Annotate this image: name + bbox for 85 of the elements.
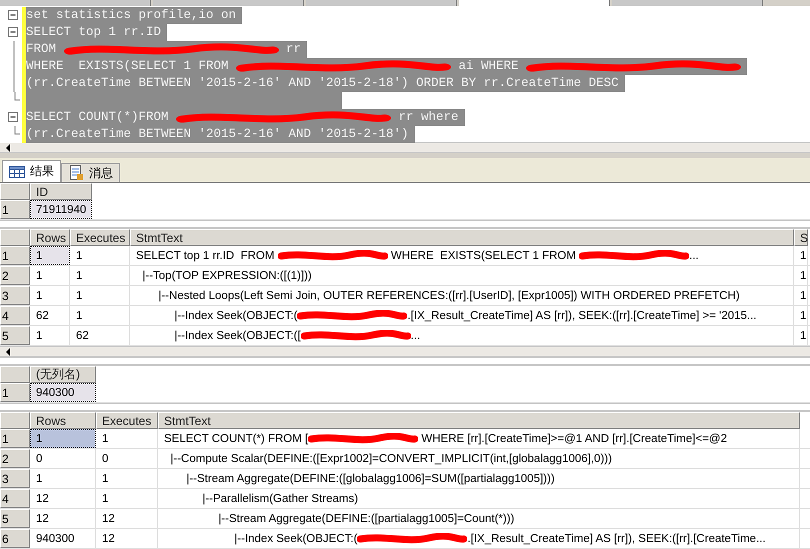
table-cell: 1: [70, 306, 130, 325]
table-cell: 1: [794, 306, 808, 325]
left-arrow-icon[interactable]: [4, 348, 12, 356]
row-number[interactable]: 2: [0, 449, 30, 468]
table-cell: 12: [30, 509, 96, 528]
table-cell: |--Top(TOP EXPRESSION:([(1)])): [130, 266, 794, 285]
row-number[interactable]: 1: [0, 246, 30, 265]
corner-cell: [0, 183, 30, 200]
column-header[interactable]: StmtText: [130, 229, 794, 246]
row-number[interactable]: 5: [0, 326, 30, 345]
table-cell: 1: [70, 286, 130, 305]
column-header[interactable]: ID: [30, 183, 92, 200]
table-cell: |--Stream Aggregate(DEFINE:([globalagg1006]=SUM([partialagg1005]))): [158, 469, 800, 488]
document-tab[interactable]: [306, 0, 457, 6]
row-number[interactable]: 3: [0, 469, 30, 488]
column-header[interactable]: Executes: [70, 229, 130, 246]
table-cell: 71911940: [30, 200, 92, 219]
fold-toggle-icon[interactable]: [8, 112, 19, 123]
column-header[interactable]: (无列名): [30, 366, 96, 383]
table-cell: |--Compute Scalar(DEFINE:([Expr1002]=CONVERT_IMPLICIT(int,[globalagg1006],0))): [158, 449, 800, 468]
table-cell: 1: [96, 429, 158, 448]
grid-icon: [9, 164, 25, 178]
corner-cell: [0, 229, 30, 246]
table-cell: SELECT COUNT(*) FROM [ WHERE [rr].[CreateTime]>=@1 AND [rr].[CreateTime]<=@2: [158, 429, 800, 448]
table-cell: 1: [70, 246, 130, 265]
column-header[interactable]: S: [794, 229, 808, 246]
fold-toggle-icon[interactable]: [8, 27, 19, 38]
table-cell: 0: [30, 449, 96, 468]
row-number[interactable]: 3: [0, 286, 30, 305]
table-cell: |--Parallelism(Gather Streams): [158, 489, 800, 508]
left-arrow-icon[interactable]: [4, 144, 12, 152]
column-header[interactable]: Rows: [30, 229, 70, 246]
table-cell: 940300: [30, 529, 96, 548]
table-cell: 940300: [30, 383, 96, 402]
pane-splitter[interactable]: [0, 220, 810, 229]
corner-cell: [0, 366, 30, 383]
document-tab[interactable]: [612, 0, 763, 6]
table-cell: 1: [96, 469, 158, 488]
table-cell: |--Index Seek(OBJECT:( .[IX_Result_CreateTime] AS [rr]), SEEK:([rr].[CreateTime] >= '2015...: [130, 306, 794, 325]
document-tab[interactable]: [153, 0, 304, 6]
table-cell: |--Stream Aggregate(DEFINE:([partialagg1005]=Count(*))): [158, 509, 800, 528]
table-cell: |--Index Seek(OBJECT:([ ...: [130, 326, 794, 345]
table-cell: 1: [30, 429, 96, 448]
row-number[interactable]: 2: [0, 266, 30, 285]
row-number[interactable]: 4: [0, 306, 30, 325]
table-cell: 62: [30, 306, 70, 325]
horizontal-scrollbar[interactable]: [0, 142, 810, 153]
corner-cell: [0, 412, 30, 429]
table-cell: |--Index Seek(OBJECT:( .[IX_Result_CreateTime] AS [rr]), SEEK:([rr].[CreateTime...: [158, 529, 800, 548]
row-number[interactable]: 5: [0, 509, 30, 528]
row-number[interactable]: 1: [0, 383, 30, 402]
result-tab[interactable]: 消息: [61, 163, 120, 182]
document-tab[interactable]: [459, 0, 610, 6]
column-header[interactable]: Rows: [30, 412, 96, 429]
column-header[interactable]: Executes: [96, 412, 158, 429]
pane-splitter[interactable]: [0, 403, 810, 412]
table-cell: |--Nested Loops(Left Semi Join, OUTER REFERENCES:([rr].[UserID], [Expr1005]) WITH ORDERED PREFETCH): [130, 286, 794, 305]
row-number[interactable]: 1: [0, 429, 30, 448]
table-cell: 12: [96, 529, 158, 548]
table-cell: 1: [30, 326, 70, 345]
fold-end-icon: [14, 126, 20, 135]
table-cell: 1: [794, 266, 808, 285]
document-icon: [68, 165, 84, 181]
table-cell: 1: [794, 286, 808, 305]
table-cell: 1: [30, 266, 70, 285]
table-cell: 1: [96, 489, 158, 508]
fold-toggle-icon[interactable]: [8, 10, 19, 21]
table-cell: 12: [30, 489, 96, 508]
column-header[interactable]: StmtText: [158, 412, 800, 429]
row-number[interactable]: 6: [0, 529, 30, 548]
table-cell: 1: [794, 326, 808, 345]
horizontal-scrollbar[interactable]: [0, 346, 810, 357]
table-cell: 1: [794, 246, 808, 265]
table-cell: 12: [96, 509, 158, 528]
row-number[interactable]: 1: [0, 200, 30, 219]
fold-end-icon: [14, 92, 20, 101]
result-tab[interactable]: 结果: [2, 160, 61, 182]
table-cell: 1: [30, 246, 70, 265]
table-cell: SELECT top 1 rr.ID FROM WHERE EXISTS(SELECT 1 FROM ...: [130, 246, 794, 265]
table-cell: 1: [30, 469, 96, 488]
table-cell: 62: [70, 326, 130, 345]
row-number[interactable]: 4: [0, 489, 30, 508]
table-cell: 0: [96, 449, 158, 468]
table-cell: 1: [30, 286, 70, 305]
table-cell: 1: [70, 266, 130, 285]
